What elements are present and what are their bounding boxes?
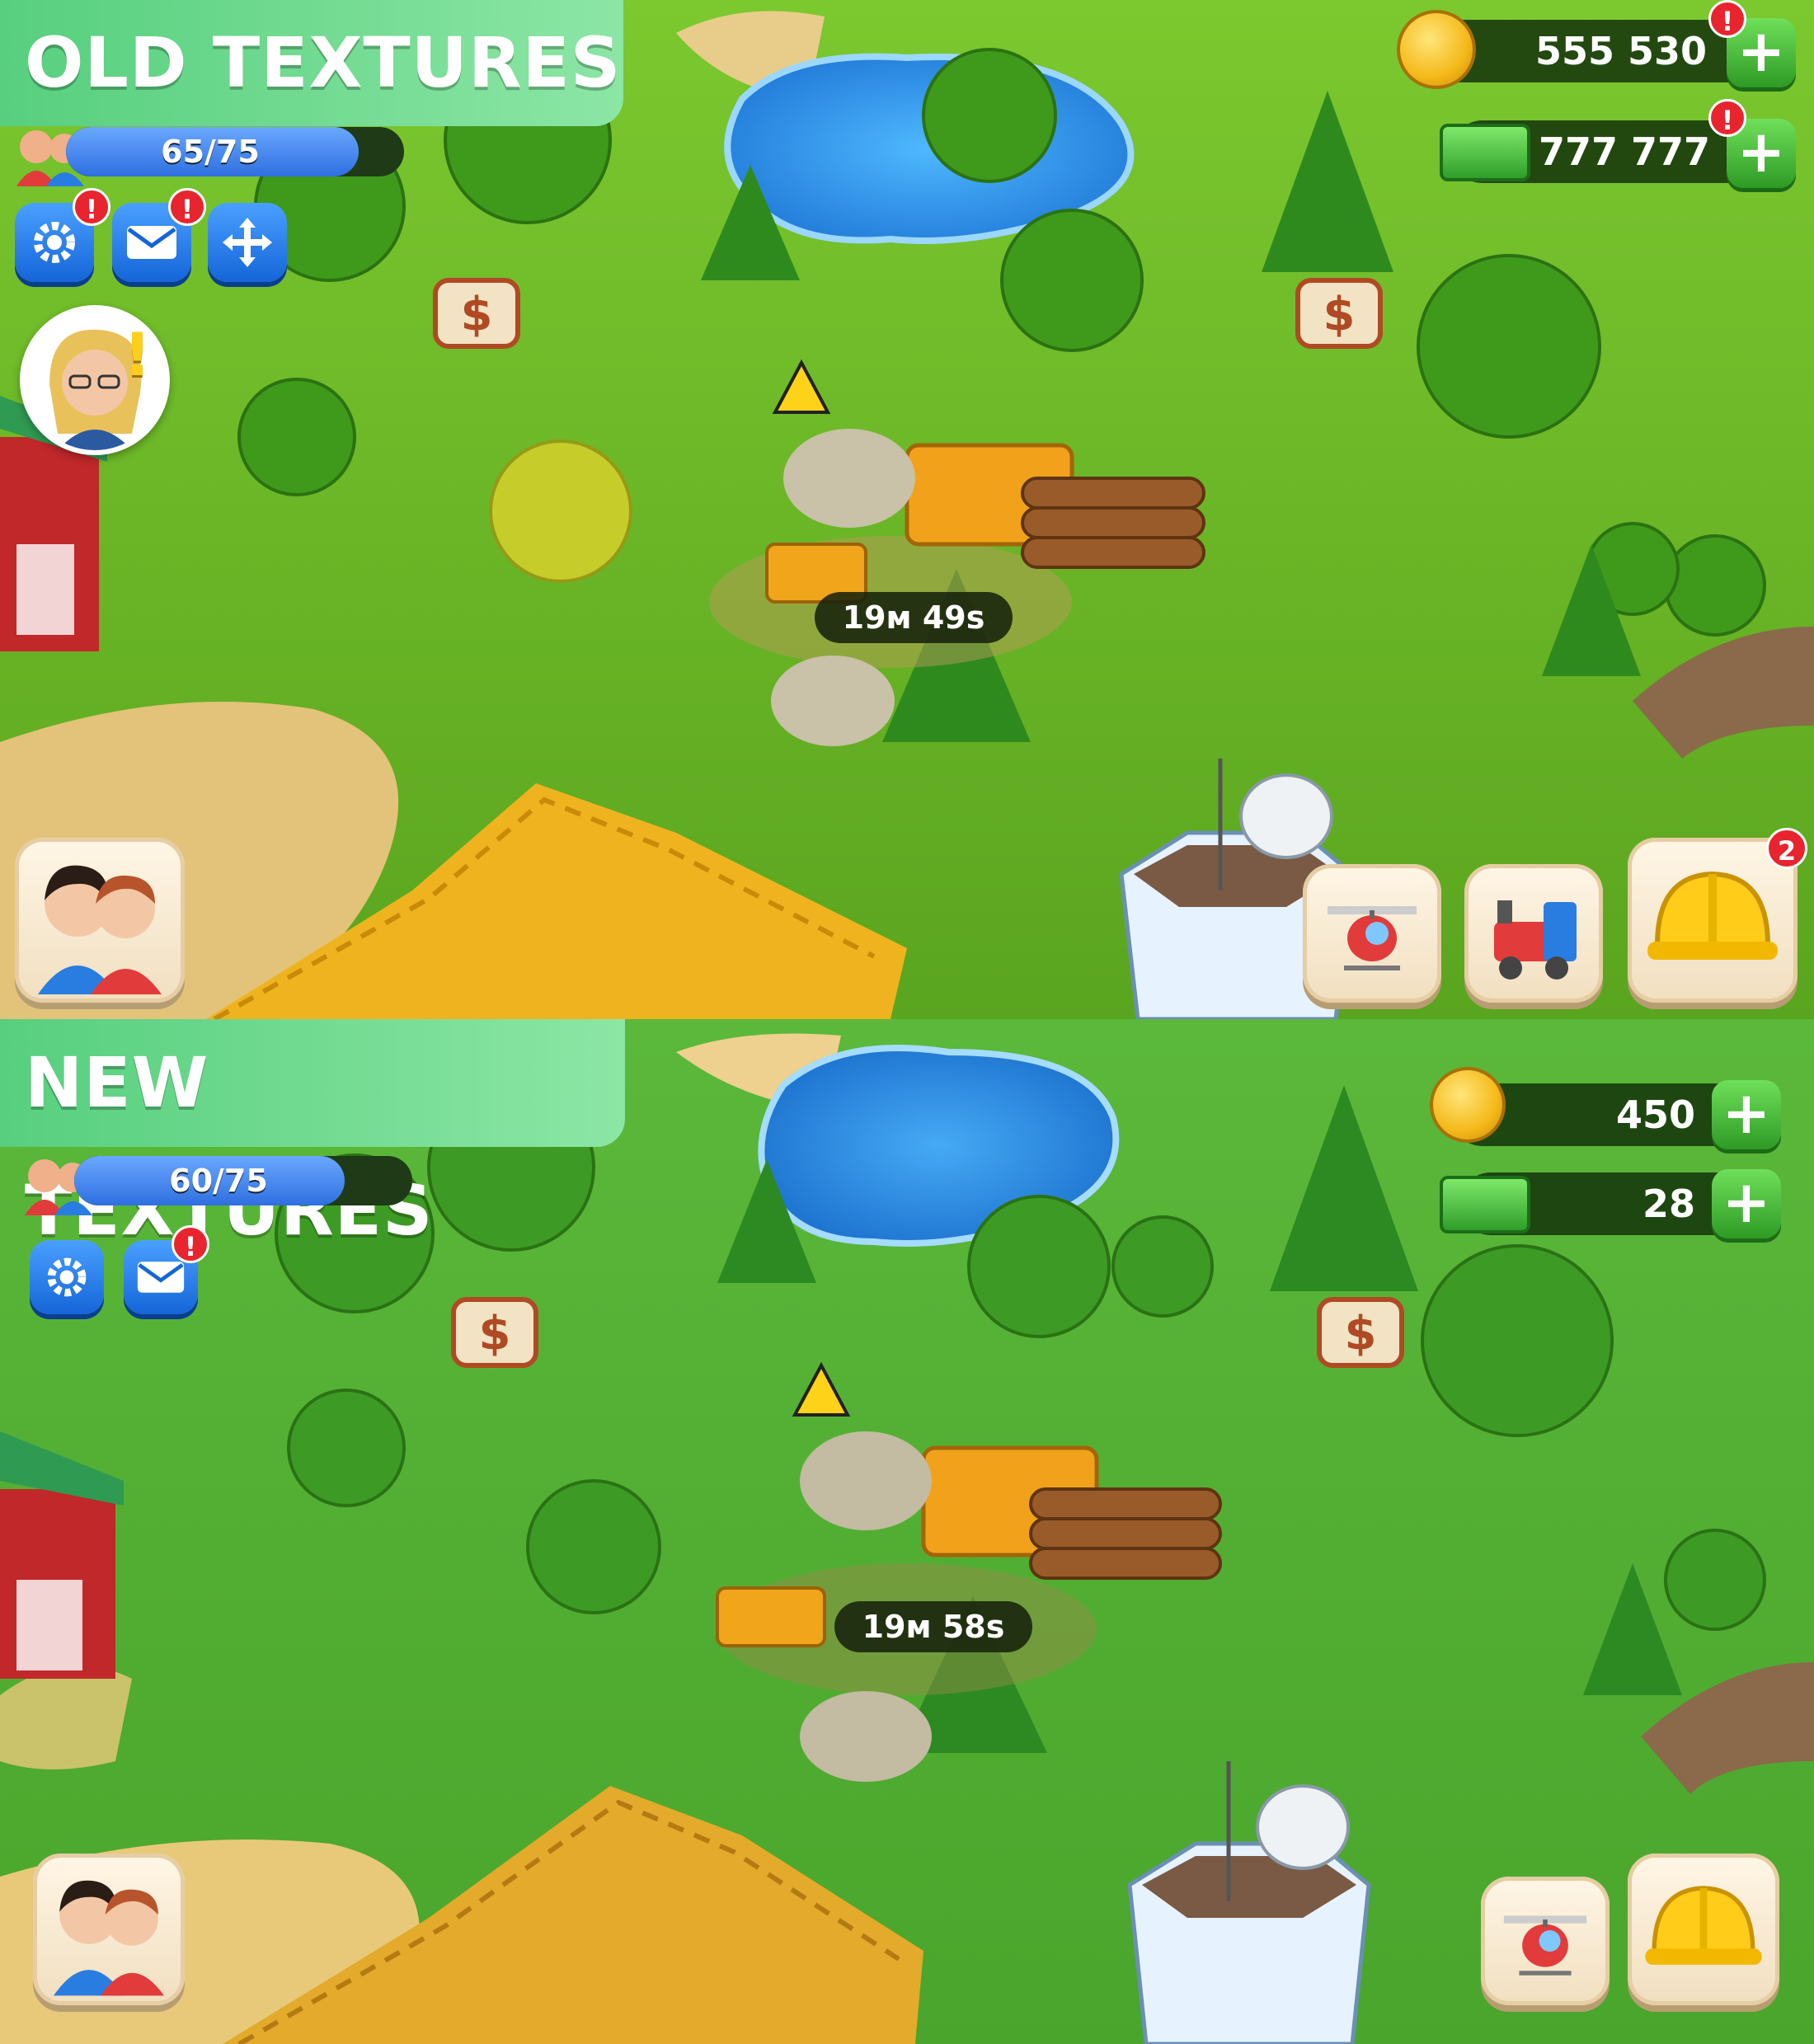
- neighbors-button[interactable]: [15, 838, 185, 1003]
- cash-alert-badge: !: [1708, 99, 1746, 137]
- rock: [783, 429, 915, 528]
- move-icon: [223, 218, 272, 267]
- train-button[interactable]: [1464, 864, 1603, 1003]
- rock: [800, 1691, 932, 1782]
- rock: [800, 1431, 932, 1530]
- xp-label: 60/75: [169, 1163, 268, 1199]
- banner-title: NEW TEXTURES: [0, 1019, 625, 1251]
- mail-icon: [127, 226, 176, 259]
- svg-text:$: $: [1345, 1307, 1377, 1360]
- settings-icon: [34, 222, 75, 263]
- svg-text:$: $: [1323, 288, 1356, 341]
- helicopter-button[interactable]: [1303, 864, 1441, 1003]
- plus-icon: +: [1722, 1079, 1771, 1147]
- yellow-tree: [489, 439, 632, 583]
- construction-timer: 19м 49s: [815, 592, 1013, 643]
- svg-text:$: $: [461, 288, 493, 341]
- settings-icon: [47, 1257, 87, 1297]
- cash-icon: [1440, 1176, 1530, 1233]
- logs: [1029, 1487, 1222, 1580]
- helicopter-button[interactable]: [1481, 1877, 1610, 2005]
- move-button[interactable]: [208, 203, 287, 282]
- add-coins-button[interactable]: +: [1712, 1080, 1781, 1149]
- coins-value: 450: [1615, 1092, 1695, 1137]
- logs: [1021, 477, 1205, 569]
- coins-value: 555 530: [1534, 29, 1707, 73]
- build-count-badge: 2: [1766, 828, 1807, 869]
- hardhat-icon: [1645, 1886, 1762, 1965]
- helicopter-icon: [1328, 906, 1417, 970]
- banner-title: OLD TEXTURES: [0, 0, 623, 126]
- neighbors-icon: [38, 865, 162, 994]
- train-icon: [1494, 900, 1577, 980]
- cash-value: 28: [1642, 1182, 1695, 1226]
- neighbors-button[interactable]: [33, 1854, 185, 2005]
- advisor-alert: !: [124, 320, 151, 389]
- xp-label: 65/75: [161, 134, 260, 170]
- coins-alert-badge: !: [1708, 0, 1746, 38]
- mail-icon: [137, 1262, 185, 1293]
- plus-icon: +: [1736, 118, 1786, 186]
- new-textures-panel: $ $ NEW TEXTURES 60/75 ! 450 + 28 + 19м …: [0, 1019, 1814, 2044]
- helicopter-icon: [1503, 1915, 1587, 1976]
- settings-alert-badge: !: [73, 188, 110, 226]
- cash-icon: [1440, 124, 1530, 181]
- xp-bar: 60/75: [74, 1156, 412, 1205]
- coin-icon: [1430, 1067, 1506, 1143]
- add-cash-button[interactable]: +: [1712, 1169, 1781, 1238]
- xp-bar: 65/75: [66, 127, 404, 176]
- plus-icon: +: [1722, 1168, 1771, 1236]
- bulldozer: [716, 1586, 826, 1647]
- neighbors-icon: [54, 1880, 164, 1996]
- settings-button[interactable]: [30, 1240, 104, 1314]
- build-button[interactable]: [1628, 1854, 1779, 2005]
- coin-icon: [1397, 10, 1476, 89]
- cash-value: 777 777: [1539, 129, 1711, 174]
- mail-alert-badge: !: [168, 188, 206, 226]
- mail-alert-badge: !: [172, 1225, 209, 1263]
- svg-text:$: $: [479, 1307, 511, 1360]
- rock: [771, 655, 895, 746]
- old-textures-panel: $ $ OLD TEXTURES 65/75 ! ! ! 555 530 + !…: [0, 0, 1814, 1019]
- construction-timer: 19м 58s: [834, 1601, 1032, 1652]
